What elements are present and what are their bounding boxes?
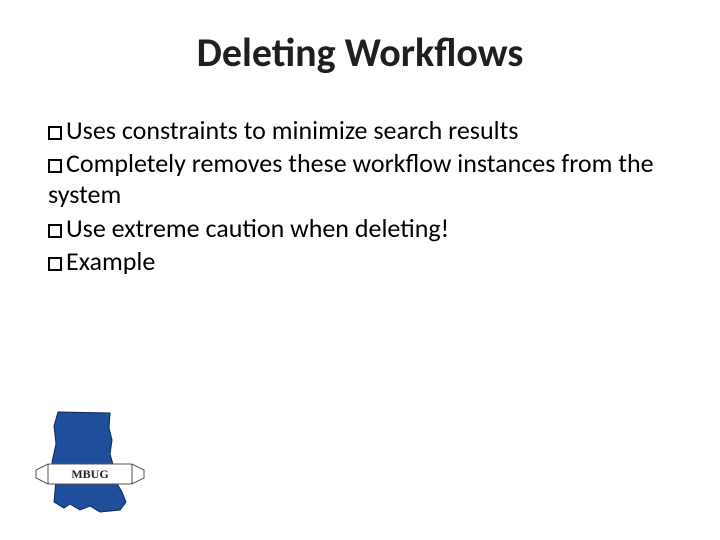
square-bullet-icon [48,224,62,238]
bullet-text: Use extreme caution when deleting! [66,212,449,244]
square-bullet-icon [48,126,62,140]
bullet-text: Uses constraints to minimize search resu… [66,114,518,146]
mississippi-state-icon: MBUG [30,410,150,520]
bullet-item: Completely removes these workflow instan… [48,148,672,210]
bullet-item: Example [48,246,672,277]
slide-body: Uses constraints to minimize search resu… [48,115,672,279]
banner-icon: MBUG [36,464,144,484]
bullet-text: Completely removes these workflow instan… [48,147,654,210]
square-bullet-icon [48,257,62,271]
slide: Deleting Workflows Uses constraints to m… [0,0,720,540]
bullet-item: Uses constraints to minimize search resu… [48,115,672,146]
bullet-text: Example [66,245,155,277]
slide-title: Deleting Workflows [0,28,720,77]
square-bullet-icon [48,159,62,173]
logo-label: MBUG [71,467,108,481]
bullet-item: Use extreme caution when deleting! [48,213,672,244]
mbug-logo: MBUG [30,410,150,520]
